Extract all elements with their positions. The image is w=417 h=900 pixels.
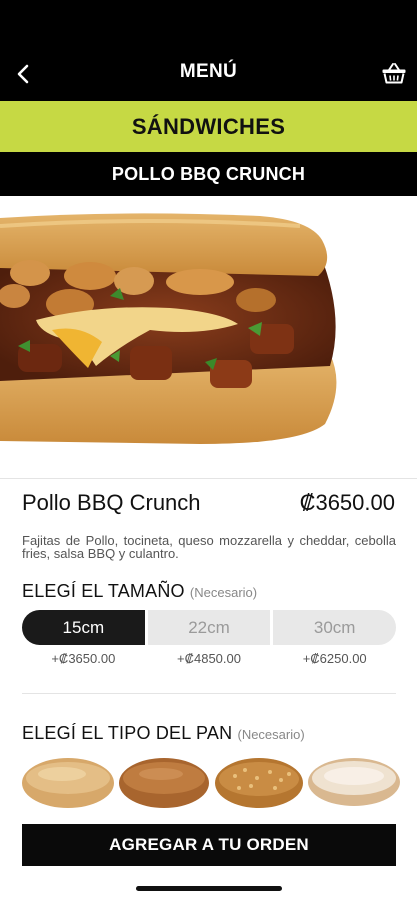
bread-required-note: (Necesario): [237, 727, 305, 742]
category-title: SÁNDWICHES: [131, 113, 286, 139]
product-bar-title: POLLO BBQ CRUNCH: [111, 163, 306, 184]
size-option-30cm[interactable]: 30cm: [273, 610, 397, 645]
bread-option-white[interactable]: [22, 752, 114, 810]
home-indicator[interactable]: [136, 886, 282, 891]
size-option-label: 30cm: [313, 617, 356, 637]
bread-option-multigrain[interactable]: [215, 752, 303, 810]
top-bar: MENÚ: [0, 0, 417, 101]
product-description: Fajitas de Pollo, tocineta, queso mozzar…: [22, 533, 396, 561]
bread-option-flour[interactable]: [308, 752, 400, 810]
multigrain-bread-image: [215, 758, 303, 808]
size-prices: +₡3650.00 +₡4850.00 +₡6250.00: [22, 651, 396, 666]
flour-bread-image: [308, 758, 400, 806]
bread-carousel: [22, 752, 417, 810]
product-name: Pollo BBQ Crunch: [22, 490, 201, 515]
size-option-label: 22cm: [188, 617, 230, 637]
size-option-price: +₡4850.00: [177, 651, 241, 666]
size-option-22cm[interactable]: 22cm: [147, 610, 271, 645]
size-option-price: +₡3650.00: [51, 651, 116, 666]
sandwich-illustration: [0, 213, 337, 444]
size-option-label: 15cm: [62, 617, 105, 637]
size-selector: 15cm 22cm 30cm: [22, 610, 397, 645]
product-price: ₡3650.00: [299, 490, 395, 515]
basket-icon[interactable]: [381, 61, 407, 85]
size-section-title: ELEGÍ EL TAMAÑO (Necesario): [22, 581, 257, 602]
product-title-bar: POLLO BBQ CRUNCH: [0, 152, 417, 196]
bread-option-wheat[interactable]: [119, 752, 209, 810]
size-option-15cm[interactable]: 15cm: [22, 610, 145, 645]
size-section-label: ELEGÍ EL TAMAÑO: [22, 581, 185, 601]
add-to-order-label: AGREGAR A TU ORDEN: [109, 835, 309, 854]
size-required-note: (Necesario): [189, 585, 258, 600]
page-title: MENÚ: [179, 61, 238, 82]
bread-section-label: ELEGÍ EL TIPO DEL PAN: [22, 723, 233, 743]
bread-section-title: ELEGÍ EL TIPO DEL PAN (Necesario): [22, 723, 305, 744]
add-to-order-button[interactable]: AGREGAR A TU ORDEN: [22, 824, 396, 866]
divider: [0, 478, 417, 479]
size-option-price: +₡6250.00: [302, 651, 367, 666]
product-image: [0, 196, 417, 478]
divider: [22, 693, 396, 694]
white-bread-image: [22, 758, 114, 808]
category-header: SÁNDWICHES: [0, 101, 417, 152]
wheat-bread-image: [119, 758, 209, 808]
